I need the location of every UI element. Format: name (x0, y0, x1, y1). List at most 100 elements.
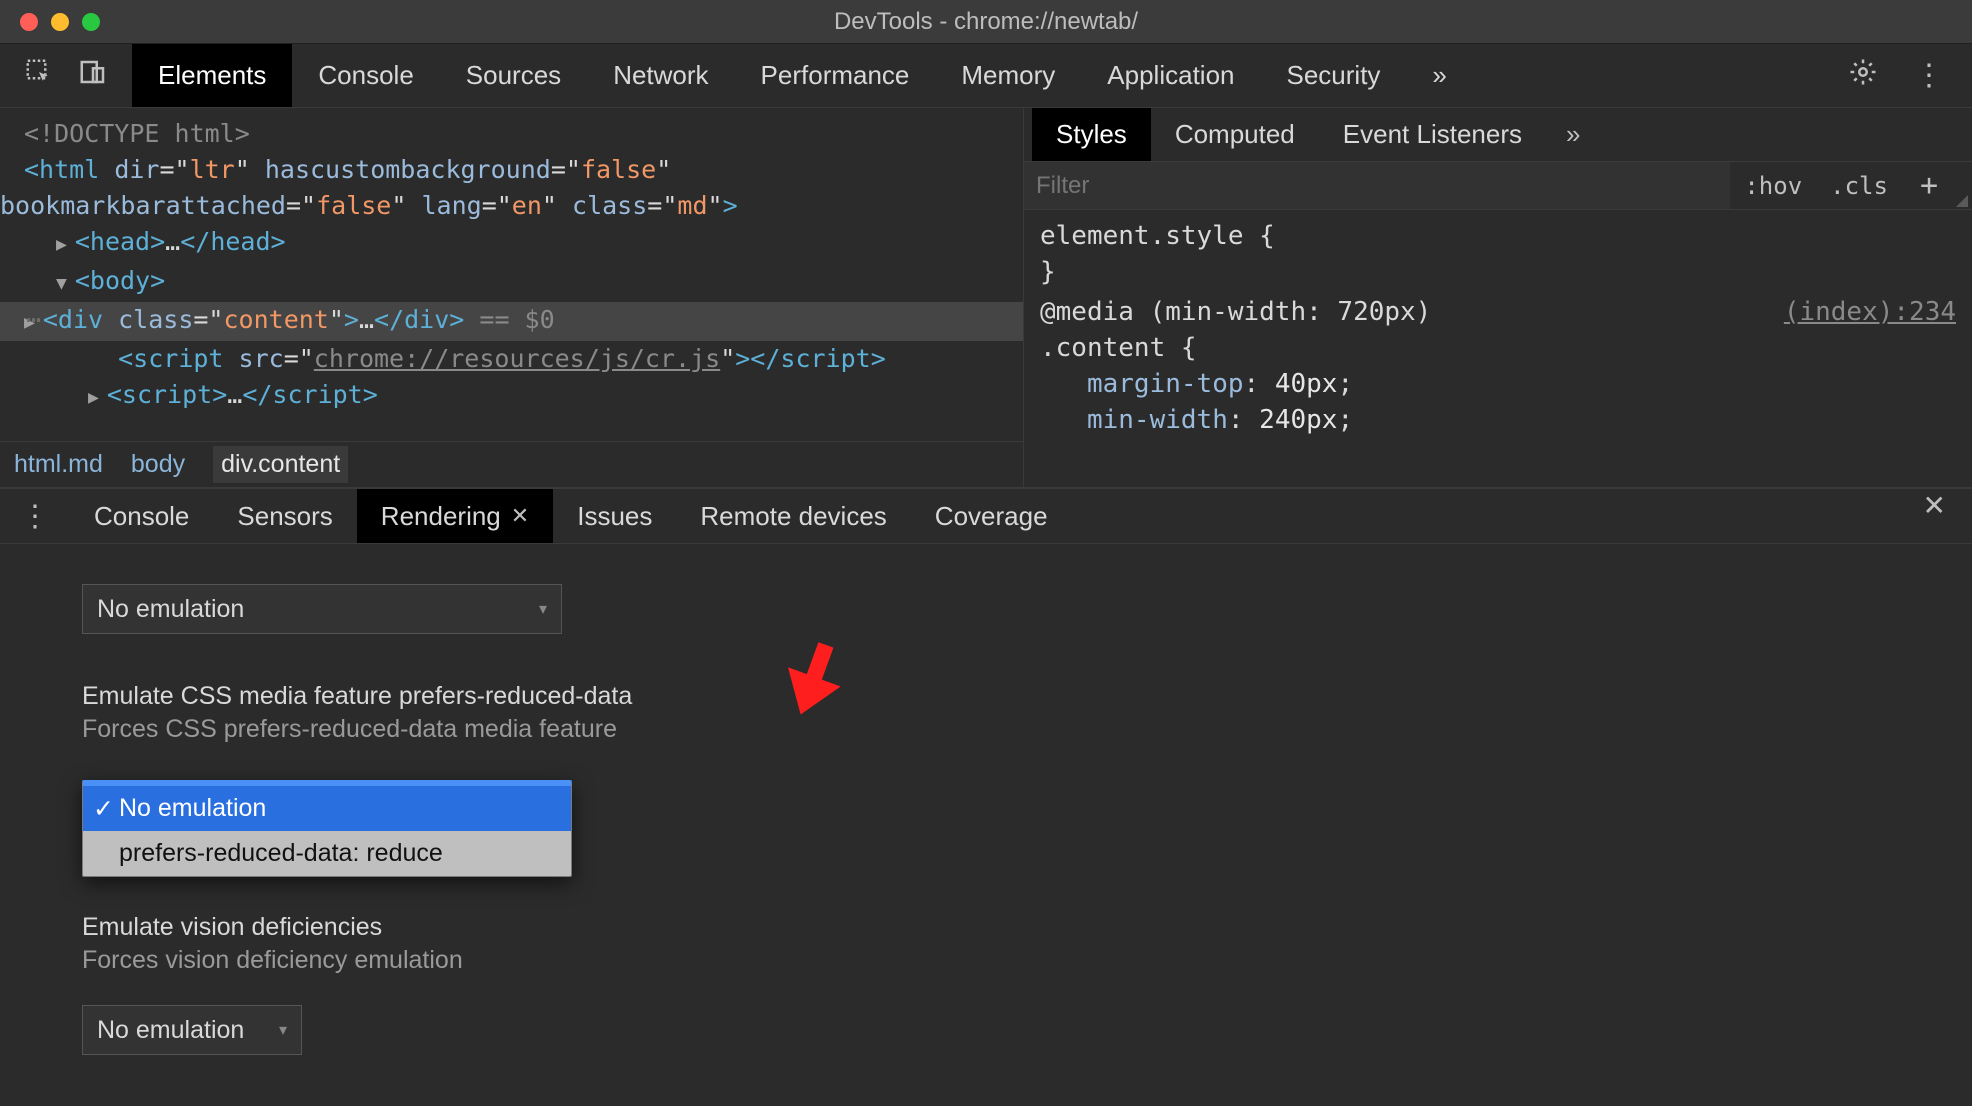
select-value: No emulation (97, 1016, 244, 1045)
rule-selector: element.style { (1040, 221, 1275, 251)
breadcrumb: html.md body div.content (0, 441, 1023, 487)
tab-performance[interactable]: Performance (735, 44, 936, 107)
drawer-tab-coverage[interactable]: Coverage (911, 489, 1072, 543)
tab-elements[interactable]: Elements (132, 44, 292, 107)
inspect-element-icon[interactable] (24, 57, 54, 94)
dom-doctype: <!DOCTYPE html> (24, 119, 250, 148)
tab-label: Console (318, 60, 413, 91)
tab-label: Computed (1175, 119, 1295, 150)
tab-memory[interactable]: Memory (935, 44, 1081, 107)
tab-label: Coverage (935, 501, 1048, 532)
style-rule[interactable]: (index):234 @media (min-width: 720px) .c… (1040, 294, 1956, 438)
chevron-down-icon: ▾ (539, 599, 547, 619)
rule-selector: .content { (1040, 333, 1197, 363)
drawer-menu-icon[interactable]: ⋮ (0, 489, 70, 543)
section-description: Forces vision deficiency emulation (82, 946, 1972, 975)
traffic-lights (20, 13, 100, 31)
tab-label: Issues (577, 501, 652, 532)
tab-security[interactable]: Security (1261, 44, 1407, 107)
dropdown-option[interactable]: prefers-reduced-data: reduce (83, 831, 571, 876)
toggle-cls-button[interactable]: .cls (1816, 172, 1902, 200)
gutter-ellipsis-icon: ⋯ (26, 302, 41, 338)
tab-label: Console (94, 501, 189, 532)
css-val[interactable]: 240px (1259, 405, 1337, 435)
tab-label: Memory (961, 60, 1055, 91)
select-value: No emulation (97, 595, 244, 624)
drawer-tab-console[interactable]: Console (70, 489, 213, 543)
rendering-panel: No emulation ▾ Emulate CSS media feature… (0, 544, 1972, 1055)
styles-tabs-overflow[interactable]: » (1546, 108, 1600, 161)
drawer-tab-remote-devices[interactable]: Remote devices (676, 489, 910, 543)
drawer-tab-bar: ⋮ Console Sensors Rendering ✕ Issues Remo… (0, 488, 1972, 544)
kebab-menu-icon[interactable]: ⋮ (1914, 58, 1944, 93)
breadcrumb-item[interactable]: html.md (14, 450, 103, 479)
styles-filter-input[interactable] (1024, 162, 1730, 209)
drawer-close-icon[interactable]: ✕ (1897, 489, 1972, 543)
breadcrumb-item[interactable]: body (131, 450, 185, 479)
css-media-emulation-select[interactable]: No emulation ▾ (82, 584, 562, 634)
dom-node-body[interactable]: <body> (24, 263, 1023, 302)
close-icon[interactable]: ✕ (511, 503, 529, 529)
rule-source-link[interactable]: (index):234 (1784, 294, 1956, 330)
dom-node[interactable]: bookmarkbarattached="false" lang="en" cl… (0, 188, 1023, 224)
dom-node[interactable]: <script src="chrome://resources/js/cr.js… (24, 341, 1023, 377)
toggle-hov-button[interactable]: :hov (1730, 172, 1816, 200)
tab-label: Security (1287, 60, 1381, 91)
styles-tab-styles[interactable]: Styles (1032, 108, 1151, 161)
drawer-tab-issues[interactable]: Issues (553, 489, 676, 543)
tab-label: Elements (158, 60, 266, 91)
tab-label: Network (613, 60, 708, 91)
minimize-window-button[interactable] (51, 13, 69, 31)
section-description: Forces CSS prefers-reduced-data media fe… (82, 715, 1972, 744)
dom-node-selected[interactable]: <div class="content">…</div> == $0 (0, 302, 1023, 341)
styles-tab-computed[interactable]: Computed (1151, 108, 1319, 161)
zoom-window-button[interactable] (82, 13, 100, 31)
drawer-tab-sensors[interactable]: Sensors (213, 489, 356, 543)
prefers-reduced-data-dropdown[interactable]: No emulation prefers-reduced-data: reduc… (82, 780, 572, 877)
resize-handle-icon[interactable] (1956, 195, 1968, 207)
css-prop[interactable]: margin-top (1087, 369, 1244, 399)
tab-label: Performance (761, 60, 910, 91)
tab-label: Sources (466, 60, 561, 91)
css-prop[interactable]: min-width (1087, 405, 1228, 435)
tab-console[interactable]: Console (292, 44, 439, 107)
chevron-down-icon: ▾ (279, 1020, 287, 1040)
dom-node[interactable]: <html dir="ltr" hascustombackground="fal… (24, 152, 1023, 188)
vision-deficiency-select[interactable]: No emulation ▾ (82, 1005, 302, 1055)
styles-rules[interactable]: element.style { } (index):234 @media (mi… (1024, 210, 1972, 487)
window-titlebar: DevTools - chrome://newtab/ (0, 0, 1972, 44)
settings-gear-icon[interactable] (1848, 57, 1878, 94)
tab-network[interactable]: Network (587, 44, 734, 107)
tab-label: Event Listeners (1343, 119, 1522, 150)
rule-brace: } (1040, 257, 1056, 287)
main-tab-bar: Elements Console Sources Network Perform… (0, 44, 1972, 108)
dom-node-head[interactable]: <head>…</head> (24, 224, 1023, 263)
styles-tab-bar: Styles Computed Event Listeners » (1024, 108, 1972, 162)
device-toolbar-icon[interactable] (78, 57, 108, 94)
tabs-overflow[interactable]: » (1406, 44, 1472, 107)
css-val[interactable]: 40px (1275, 369, 1338, 399)
styles-filter-row: :hov .cls + (1024, 162, 1972, 210)
tab-sources[interactable]: Sources (440, 44, 587, 107)
tab-label: Rendering (381, 501, 501, 532)
tab-label: Styles (1056, 119, 1127, 150)
close-window-button[interactable] (20, 13, 38, 31)
dropdown-option[interactable]: No emulation (83, 786, 571, 831)
breadcrumb-item-active[interactable]: div.content (213, 446, 348, 483)
style-rule[interactable]: element.style { } (1040, 218, 1956, 290)
tab-label: Remote devices (700, 501, 886, 532)
tab-label: Application (1107, 60, 1234, 91)
tab-application[interactable]: Application (1081, 44, 1260, 107)
styles-panel: Styles Computed Event Listeners » :hov .… (1024, 108, 1972, 487)
elements-dom-panel: <!DOCTYPE html> <html dir="ltr" hascusto… (0, 108, 1024, 487)
styles-tab-listeners[interactable]: Event Listeners (1319, 108, 1546, 161)
section-title: Emulate vision deficiencies (82, 913, 1972, 942)
new-style-rule-button[interactable]: + (1902, 168, 1956, 203)
tab-label: Sensors (237, 501, 332, 532)
section-title: Emulate CSS media feature prefers-reduce… (82, 682, 1972, 711)
dom-node[interactable]: <script>…</script> (24, 377, 1023, 416)
drawer-tab-rendering[interactable]: Rendering ✕ (357, 489, 553, 543)
dom-tree[interactable]: <!DOCTYPE html> <html dir="ltr" hascusto… (0, 108, 1023, 441)
rule-media: @media (min-width: 720px) (1040, 297, 1431, 327)
chevron-more-icon: » (1432, 60, 1446, 91)
